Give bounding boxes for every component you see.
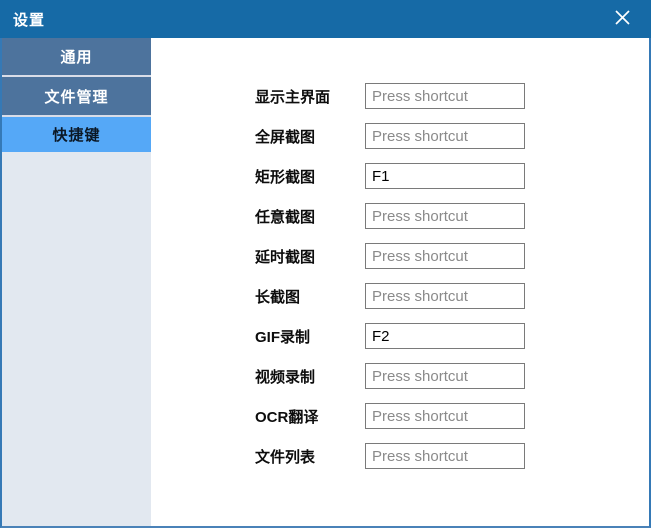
window-title: 设置 <box>13 11 46 29</box>
shortcut-input[interactable] <box>365 323 525 349</box>
shortcut-input[interactable] <box>365 443 525 469</box>
shortcut-row: 任意截图 <box>151 196 649 236</box>
sidebar: 通用 文件管理 快捷键 <box>2 38 151 526</box>
shortcut-form: 显示主界面 全屏截图 矩形截图 任意截图 <box>151 38 649 526</box>
shortcut-label: OCR翻译 <box>255 408 319 426</box>
shortcut-label: 延时截图 <box>255 248 316 266</box>
close-icon <box>614 9 631 29</box>
shortcut-input[interactable] <box>365 83 525 109</box>
shortcut-row: 延时截图 <box>151 236 649 276</box>
shortcut-input[interactable] <box>365 283 525 309</box>
shortcut-row: GIF录制 <box>151 316 649 356</box>
shortcut-row: 全屏截图 <box>151 116 649 156</box>
shortcut-input[interactable] <box>365 123 525 149</box>
titlebar: 设置 <box>0 0 651 38</box>
shortcut-input[interactable] <box>365 203 525 229</box>
sidebar-tab-general[interactable]: 通用 <box>2 38 151 77</box>
tab-label: 通用 <box>60 49 93 66</box>
shortcut-row: OCR翻译 <box>151 396 649 436</box>
shortcut-row: 显示主界面 <box>151 76 649 116</box>
shortcut-label: 矩形截图 <box>255 168 316 186</box>
settings-window: 设置 通用 文件管理 快捷键 显示主界面 Press shortcut 全屏截图… <box>0 0 651 528</box>
sidebar-tab-file-management[interactable]: 文件管理 <box>2 77 151 117</box>
shortcut-label: 全屏截图 <box>255 128 316 146</box>
tab-label: 文件管理 <box>44 88 109 106</box>
shortcut-input[interactable] <box>365 403 525 429</box>
shortcut-row: 视频录制 <box>151 356 649 396</box>
shortcut-input[interactable] <box>365 163 525 189</box>
shortcut-label: 文件列表 <box>255 448 316 466</box>
shortcut-input[interactable] <box>365 363 525 389</box>
shortcut-label: GIF录制 <box>255 328 310 346</box>
shortcut-input[interactable] <box>365 243 525 269</box>
shortcut-label: 长截图 <box>255 288 301 306</box>
tab-label: 快捷键 <box>52 127 101 144</box>
content-area: 通用 文件管理 快捷键 显示主界面 全屏截图 <box>0 38 651 528</box>
shortcut-label: 视频录制 <box>255 368 316 386</box>
sidebar-tab-shortcuts[interactable]: 快捷键 <box>2 117 151 152</box>
close-button[interactable] <box>605 4 639 34</box>
shortcut-row: 长截图 <box>151 276 649 316</box>
shortcut-row: 矩形截图 <box>151 156 649 196</box>
shortcut-label: 任意截图 <box>255 208 316 226</box>
shortcut-row: 文件列表 <box>151 436 649 476</box>
shortcut-label: 显示主界面 <box>255 88 331 106</box>
